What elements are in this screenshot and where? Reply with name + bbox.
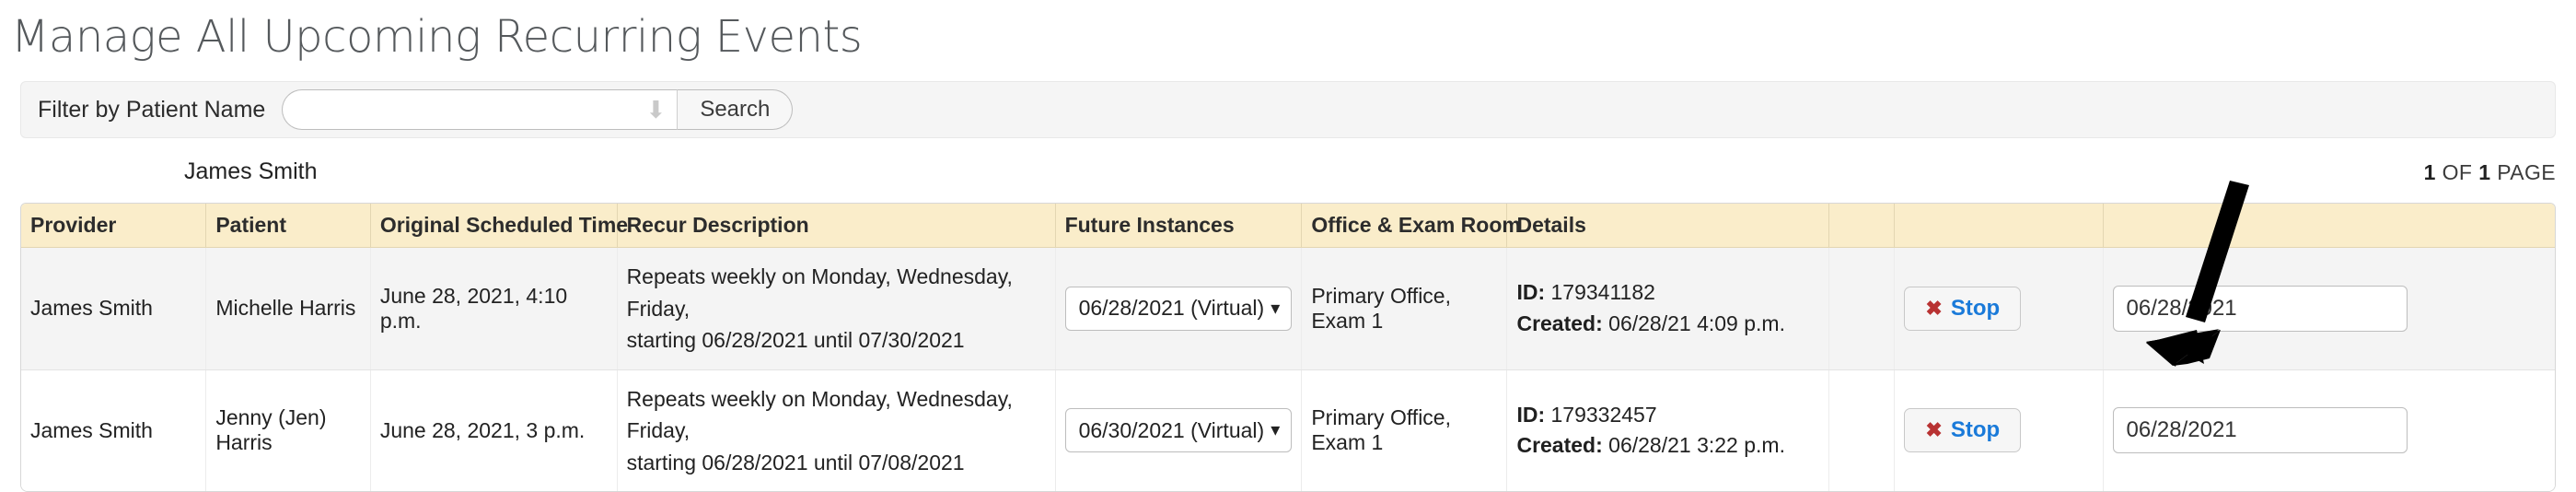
column-header-recur-description: Recur Description	[617, 204, 1056, 248]
details-id-line: ID: 179341182	[1516, 277, 1819, 308]
cell-patient: Jenny (Jen) Harris	[205, 369, 371, 491]
recurring-events-table-container: Provider Patient Original Scheduled Time…	[20, 203, 2556, 492]
pager-of-label: OF	[2442, 160, 2473, 184]
provider-name: James Smith	[184, 158, 318, 184]
details-id-value: 179332457	[1550, 402, 1657, 427]
cell-provider: James Smith	[21, 369, 207, 491]
cell-details: ID: 179332457 Created: 06/28/21 3:22 p.m…	[1506, 369, 1830, 491]
cell-original-time: June 28, 2021, 3 p.m.	[370, 369, 618, 491]
cell-patient: Michelle Harris	[205, 247, 371, 370]
future-instance-value: 06/30/2021 (Virtual)	[1078, 417, 1265, 442]
cell-details: ID: 179341182 Created: 06/28/21 4:09 p.m…	[1506, 247, 1830, 370]
cell-spacer	[1828, 247, 1896, 370]
recur-line-2: starting 06/28/2021 until 07/08/2021	[626, 450, 965, 474]
table-header-row: Provider Patient Original Scheduled Time…	[21, 204, 2555, 248]
filter-label: Filter by Patient Name	[38, 96, 266, 123]
cell-stop-date: 06/28/2021	[2103, 247, 2555, 370]
table-row: James Smith Jenny (Jen) Harris June 28, …	[21, 369, 2555, 491]
column-header-provider: Provider	[21, 204, 207, 248]
cell-stop-action: ✖ Stop	[1894, 369, 2104, 491]
column-header-spacer	[1828, 204, 1896, 248]
patient-name-combobox[interactable]: ⬇	[282, 89, 679, 130]
pager-current-page: 1	[2423, 160, 2436, 184]
details-created-value: 06/28/21 3:22 p.m.	[1608, 433, 1785, 458]
details-created-line: Created: 06/28/21 4:09 p.m.	[1516, 309, 1819, 339]
details-id-value: 179341182	[1550, 280, 1655, 305]
column-header-original-scheduled-time: Original Scheduled Time	[370, 204, 628, 248]
cell-future-instances: 06/28/2021 (Virtual) ▾	[1055, 247, 1303, 370]
page-title: Manage All Upcoming Recurring Events	[11, 11, 863, 63]
stop-date-value: 06/28/2021	[2126, 295, 2237, 321]
chevron-down-icon[interactable]: ▾	[1271, 299, 1280, 318]
stop-date-input[interactable]: 06/28/2021	[2112, 285, 2408, 332]
stop-button-label: Stop	[1950, 417, 2001, 443]
chevron-down-icon[interactable]: ▾	[1271, 421, 1280, 439]
column-header-stop-date	[2103, 204, 2555, 248]
filter-control: ⬇ Search	[282, 89, 794, 130]
cell-stop-date: 06/28/2021	[2103, 369, 2555, 491]
details-created-value: 06/28/21 4:09 p.m.	[1608, 310, 1785, 335]
future-instance-select[interactable]: 06/30/2021 (Virtual) ▾	[1064, 408, 1293, 453]
recur-line-1: Repeats weekly on Monday, Wednesday, Fri…	[626, 264, 1013, 321]
future-instance-select[interactable]: 06/28/2021 (Virtual) ▾	[1064, 286, 1293, 331]
provider-pager-strip: James Smith 1 OF 1 PAGE	[20, 149, 2556, 203]
details-id-label: ID:	[1516, 280, 1546, 305]
stop-date-value: 06/28/2021	[2126, 417, 2237, 443]
cell-office-exam-room: Primary Office, Exam 1	[1301, 369, 1508, 491]
filter-panel: Filter by Patient Name ⬇ Search	[20, 81, 2556, 138]
future-instance-value: 06/28/2021 (Virtual)	[1078, 296, 1265, 321]
details-id-label: ID:	[1516, 402, 1546, 427]
column-header-future-instances: Future Instances	[1055, 204, 1303, 248]
stop-button[interactable]: ✖ Stop	[1904, 408, 2022, 453]
column-header-details: Details	[1506, 204, 1830, 248]
table-row: James Smith Michelle Harris June 28, 202…	[21, 247, 2555, 370]
stop-button[interactable]: ✖ Stop	[1904, 286, 2022, 331]
recurring-events-table: Provider Patient Original Scheduled Time…	[21, 204, 2555, 491]
cell-future-instances: 06/30/2021 (Virtual) ▾	[1055, 369, 1303, 491]
recur-line-2: starting 06/28/2021 until 07/30/2021	[626, 328, 965, 352]
stop-button-label: Stop	[1950, 295, 2001, 321]
cell-recur-description: Repeats weekly on Monday, Wednesday, Fri…	[617, 247, 1056, 370]
cell-office-exam-room: Primary Office, Exam 1	[1301, 247, 1508, 370]
column-header-stop-action	[1894, 204, 2104, 248]
cell-stop-action: ✖ Stop	[1894, 247, 2104, 370]
cell-recur-description: Repeats weekly on Monday, Wednesday, Fri…	[617, 369, 1056, 491]
stop-date-input[interactable]: 06/28/2021	[2112, 407, 2408, 454]
cell-spacer	[1828, 369, 1896, 491]
search-button[interactable]: Search	[678, 89, 794, 130]
details-created-line: Created: 06/28/21 3:22 p.m.	[1516, 430, 1819, 461]
details-created-label: Created:	[1516, 433, 1603, 458]
pager-suffix-label: PAGE	[2497, 160, 2556, 184]
cell-original-time: June 28, 2021, 4:10 p.m.	[370, 247, 618, 370]
x-mark-icon: ✖	[1925, 418, 1943, 442]
column-header-office-exam-room: Office & Exam Room	[1301, 204, 1521, 248]
details-created-label: Created:	[1516, 310, 1603, 335]
cell-provider: James Smith	[21, 247, 207, 370]
arrow-down-icon[interactable]: ⬇	[646, 98, 667, 122]
x-mark-icon: ✖	[1925, 296, 1943, 320]
recur-line-1: Repeats weekly on Monday, Wednesday, Fri…	[626, 386, 1013, 443]
column-header-patient: Patient	[205, 204, 371, 248]
details-id-line: ID: 179332457	[1516, 400, 1819, 430]
pager-total-pages: 1	[2478, 160, 2491, 184]
pagination-status: 1 OF 1 PAGE	[2424, 160, 2556, 185]
